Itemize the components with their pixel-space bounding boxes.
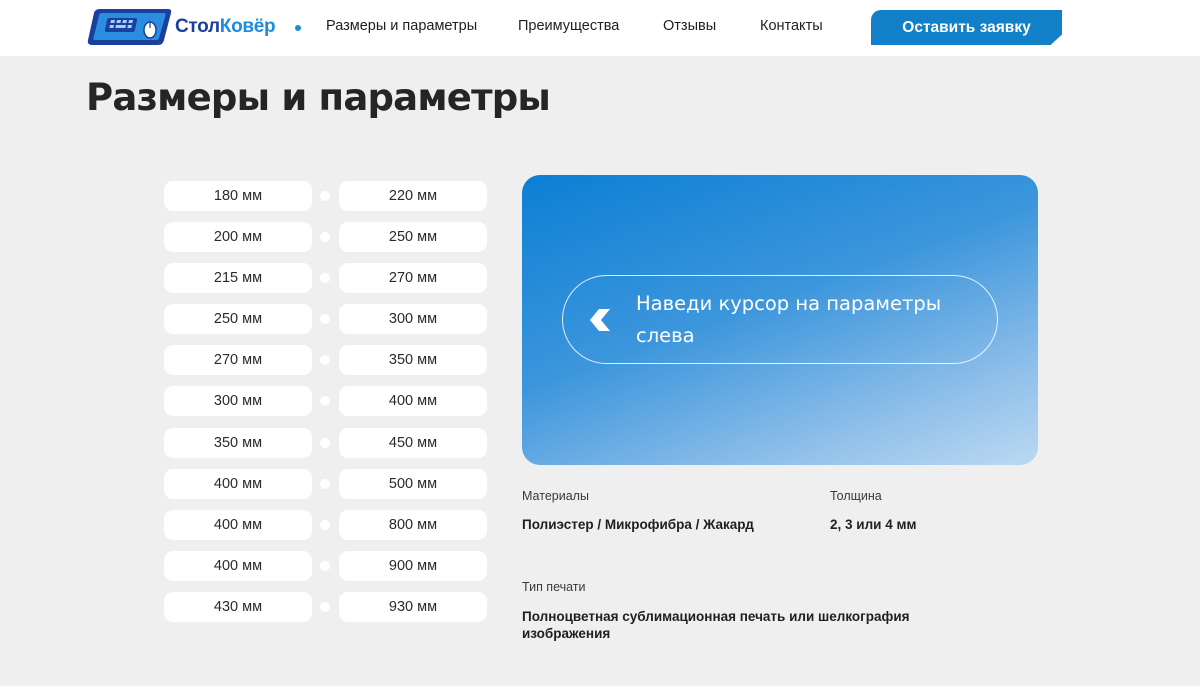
size-option-right[interactable]: 400 мм <box>339 386 487 417</box>
size-option-right[interactable]: 930 мм <box>339 591 487 622</box>
size-separator-dot <box>320 314 330 325</box>
size-list: 180 мм 220 мм 200 мм 250 мм 215 мм 270 мм 250 … <box>164 181 487 633</box>
nav-separator-dot <box>295 25 301 31</box>
size-row: 400 мм 800 мм <box>164 509 487 540</box>
size-separator-dot <box>320 273 330 284</box>
size-separator-dot <box>320 191 330 201</box>
size-option-right[interactable]: 270 мм <box>339 263 487 294</box>
size-option-left[interactable]: 200 мм <box>164 222 312 253</box>
size-option-left[interactable]: 400 мм <box>164 509 312 540</box>
size-separator-dot <box>320 519 330 530</box>
size-row: 180 мм 220 мм <box>164 181 487 211</box>
desk-mat-logo-icon <box>87 9 172 45</box>
size-separator-dot <box>320 601 330 612</box>
hover-hint: Наведи курсор на параметры слева <box>562 275 998 364</box>
size-option-left[interactable]: 250 мм <box>164 304 312 335</box>
size-option-right[interactable]: 220 мм <box>339 181 487 211</box>
size-row: 350 мм 450 мм <box>164 427 487 458</box>
size-option-left[interactable]: 300 мм <box>164 386 312 417</box>
size-option-left[interactable]: 400 мм <box>164 468 312 499</box>
size-option-left[interactable]: 270 мм <box>164 345 312 376</box>
logo-text-part2: Ковёр <box>219 16 276 37</box>
size-separator-dot <box>320 396 330 407</box>
print-type-value: Полноцветная сублимационная печать или ш… <box>522 609 910 641</box>
page-title: Размеры и параметры <box>86 76 551 119</box>
size-row: 300 мм 400 мм <box>164 386 487 417</box>
nav-link-contacts[interactable]: Контакты <box>760 18 823 34</box>
size-separator-dot <box>320 560 330 571</box>
logo[interactable]: СтолКовёр <box>86 6 286 48</box>
size-row: 400 мм 900 мм <box>164 550 487 581</box>
thickness-label: Толщина <box>830 489 882 503</box>
size-option-left[interactable]: 215 мм <box>164 263 312 294</box>
print-type-label: Тип печати <box>522 580 586 594</box>
size-separator-dot <box>320 437 330 448</box>
size-option-left[interactable]: 350 мм <box>164 427 312 458</box>
size-separator-dot <box>320 232 330 243</box>
size-row: 400 мм 500 мм <box>164 468 487 499</box>
size-row: 215 мм 270 мм <box>164 263 487 294</box>
hover-hint-text: Наведи курсор на параметры слева <box>636 292 942 347</box>
size-option-right[interactable]: 800 мм <box>339 509 487 540</box>
size-row: 200 мм 250 мм <box>164 222 487 253</box>
size-option-right[interactable]: 500 мм <box>339 468 487 499</box>
thickness-value: 2, 3 или 4 мм <box>830 517 917 532</box>
size-separator-dot <box>320 355 330 366</box>
size-option-right[interactable]: 250 мм <box>339 222 487 253</box>
logo-text: СтолКовёр <box>175 16 276 38</box>
size-row: 250 мм 300 мм <box>164 304 487 335</box>
preview-panel: Наведи курсор на параметры слева <box>522 175 1038 465</box>
materials-label: Материалы <box>522 489 589 503</box>
size-separator-dot <box>320 478 330 489</box>
size-option-left[interactable]: 180 мм <box>164 181 312 211</box>
size-option-left[interactable]: 400 мм <box>164 550 312 581</box>
submit-request-button[interactable]: Оставить заявку <box>871 10 1062 45</box>
size-option-right[interactable]: 300 мм <box>339 304 487 335</box>
size-option-right[interactable]: 450 мм <box>339 427 487 458</box>
logo-text-part1: Стол <box>175 16 220 37</box>
materials-value: Полиэстер / Микрофибра / Жакард <box>522 517 754 532</box>
nav-link-sizes[interactable]: Размеры и параметры <box>326 18 477 34</box>
nav-link-reviews[interactable]: Отзывы <box>663 18 716 34</box>
size-option-left[interactable]: 430 мм <box>164 591 312 622</box>
site-header: СтолКовёр Размеры и параметры Преимущест… <box>0 0 1200 56</box>
nav-link-advantages[interactable]: Преимущества <box>518 18 619 34</box>
chevron-left-icon <box>590 309 610 331</box>
size-option-right[interactable]: 900 мм <box>339 550 487 581</box>
size-row: 270 мм 350 мм <box>164 345 487 376</box>
size-row: 430 мм 930 мм <box>164 591 487 622</box>
size-option-right[interactable]: 350 мм <box>339 345 487 376</box>
